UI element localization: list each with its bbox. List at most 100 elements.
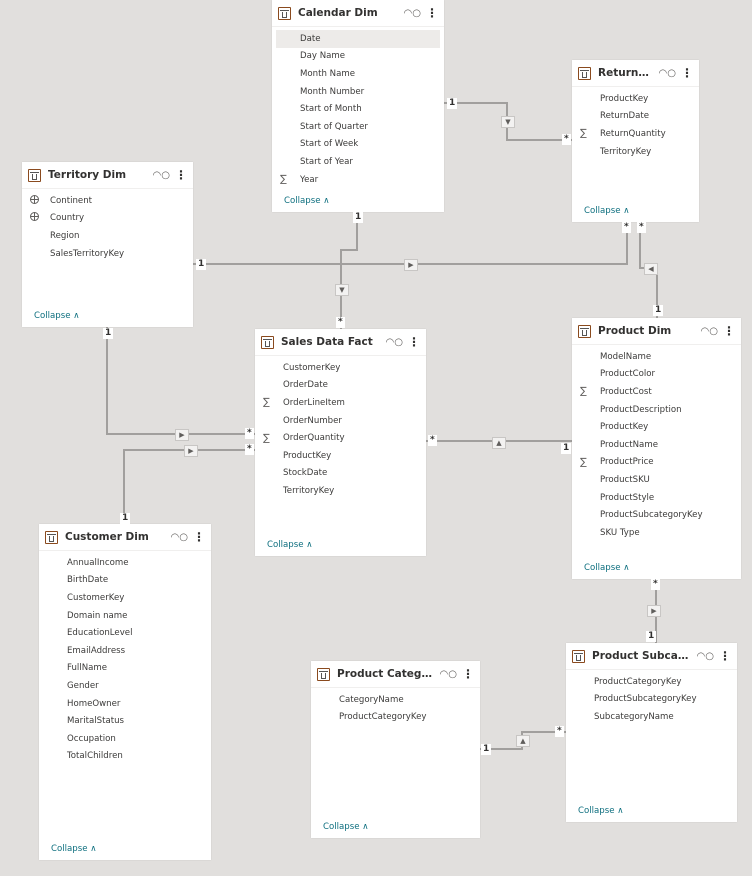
- field-row[interactable]: Gender: [43, 677, 207, 695]
- more-options-icon[interactable]: ⋮: [193, 530, 205, 544]
- field-row[interactable]: Start of Month: [276, 100, 440, 118]
- field-row[interactable]: TerritoryKey: [576, 143, 695, 161]
- table-header[interactable]: Product Subcategorie... ◠○ ⋮: [566, 643, 737, 670]
- field-row[interactable]: CustomerKey: [43, 589, 207, 607]
- chevron-up-icon: ∧: [90, 844, 97, 854]
- table-header[interactable]: Calendar Dim ◠○ ⋮: [272, 0, 444, 27]
- field-name: CustomerKey: [283, 362, 341, 373]
- collapse-button[interactable]: Collapse ∧: [284, 196, 330, 206]
- more-options-icon[interactable]: ⋮: [175, 168, 187, 182]
- field-row[interactable]: CustomerKey: [259, 359, 422, 377]
- field-row[interactable]: Date: [276, 30, 440, 48]
- visibility-eye-icon[interactable]: ◠○: [171, 532, 188, 543]
- field-row[interactable]: EmailAddress: [43, 642, 207, 660]
- table-card-product[interactable]: Product Dim ◠○ ⋮ ModelName ProductColor …: [572, 318, 741, 579]
- field-row[interactable]: ∑ Year: [276, 171, 440, 189]
- field-row[interactable]: ModelName: [576, 348, 737, 366]
- table-card-customer[interactable]: Customer Dim ◠○ ⋮ AnnualIncome BirthDate…: [39, 524, 211, 860]
- table-card-sales[interactable]: Sales Data Fact ◠○ ⋮ CustomerKey OrderDa…: [255, 329, 426, 556]
- collapse-button[interactable]: Collapse ∧: [584, 206, 630, 216]
- table-card-categories[interactable]: Product Categories D... ◠○ ⋮ CategoryNam…: [311, 661, 480, 838]
- field-row[interactable]: EducationLevel: [43, 624, 207, 642]
- table-header[interactable]: Territory Dim ◠○ ⋮: [22, 162, 193, 189]
- field-row[interactable]: FullName: [43, 660, 207, 678]
- relationship-line[interactable]: [193, 222, 628, 265]
- collapse-button[interactable]: Collapse ∧: [584, 563, 630, 573]
- table-card-calendar[interactable]: Calendar Dim ◠○ ⋮ Date Day Name Month Na…: [272, 0, 444, 212]
- table-card-territory[interactable]: Territory Dim ◠○ ⋮ Continent Country Reg…: [22, 162, 193, 327]
- field-row[interactable]: Country: [26, 210, 189, 228]
- field-row[interactable]: ProductKey: [576, 90, 695, 108]
- field-row[interactable]: Start of Quarter: [276, 118, 440, 136]
- field-row[interactable]: ∑ OrderLineItem: [259, 394, 422, 412]
- visibility-eye-icon[interactable]: ◠○: [659, 68, 676, 79]
- table-header[interactable]: Customer Dim ◠○ ⋮: [39, 524, 211, 551]
- visibility-eye-icon[interactable]: ◠○: [440, 669, 457, 680]
- collapse-button[interactable]: Collapse ∧: [323, 822, 369, 832]
- table-card-returns[interactable]: Returns Data ◠○ ⋮ ProductKey ReturnDate …: [572, 60, 699, 222]
- field-row[interactable]: MaritalStatus: [43, 712, 207, 730]
- field-row[interactable]: SubcategoryName: [570, 708, 733, 726]
- more-options-icon[interactable]: ⋮: [408, 335, 420, 349]
- visibility-eye-icon[interactable]: ◠○: [404, 8, 421, 19]
- field-row[interactable]: ProductCategoryKey: [570, 673, 733, 691]
- field-row[interactable]: HomeOwner: [43, 695, 207, 713]
- field-row[interactable]: SalesTerritoryKey: [26, 245, 189, 263]
- field-row[interactable]: Month Name: [276, 65, 440, 83]
- field-row[interactable]: ReturnDate: [576, 108, 695, 126]
- more-options-icon[interactable]: ⋮: [723, 324, 735, 338]
- collapse-button[interactable]: Collapse ∧: [51, 844, 97, 854]
- field-row[interactable]: Day Name: [276, 48, 440, 66]
- field-row[interactable]: ProductSubcategoryKey: [576, 506, 737, 524]
- field-row[interactable]: ProductSubcategoryKey: [570, 691, 733, 709]
- field-row[interactable]: CategoryName: [315, 691, 476, 709]
- field-row[interactable]: Start of Year: [276, 153, 440, 171]
- relationship-line[interactable]: [340, 212, 358, 329]
- table-header[interactable]: Sales Data Fact ◠○ ⋮: [255, 329, 426, 356]
- field-row[interactable]: AnnualIncome: [43, 554, 207, 572]
- field-row[interactable]: ∑ ReturnQuantity: [576, 125, 695, 143]
- field-row[interactable]: ProductKey: [576, 418, 737, 436]
- field-row[interactable]: StockDate: [259, 465, 422, 483]
- more-options-icon[interactable]: ⋮: [462, 667, 474, 681]
- relationship-line[interactable]: [106, 327, 255, 435]
- field-row[interactable]: ∑ ProductCost: [576, 383, 737, 401]
- field-row[interactable]: Region: [26, 227, 189, 245]
- field-row[interactable]: ProductStyle: [576, 489, 737, 507]
- field-row[interactable]: TotalChildren: [43, 748, 207, 766]
- field-row[interactable]: BirthDate: [43, 572, 207, 590]
- collapse-button[interactable]: Collapse ∧: [578, 806, 624, 816]
- relationship-line[interactable]: [123, 449, 255, 524]
- filter-direction-arrow-icon: ▶: [175, 429, 189, 441]
- field-row[interactable]: ProductKey: [259, 447, 422, 465]
- field-row[interactable]: SKU Type: [576, 524, 737, 542]
- more-options-icon[interactable]: ⋮: [681, 66, 693, 80]
- field-row[interactable]: ProductColor: [576, 366, 737, 384]
- collapse-button[interactable]: Collapse ∧: [34, 311, 80, 321]
- field-row[interactable]: ProductDescription: [576, 401, 737, 419]
- visibility-eye-icon[interactable]: ◠○: [386, 337, 403, 348]
- field-row[interactable]: ProductCategoryKey: [315, 709, 476, 727]
- field-row[interactable]: OrderNumber: [259, 412, 422, 430]
- field-row[interactable]: Continent: [26, 192, 189, 210]
- more-options-icon[interactable]: ⋮: [719, 649, 731, 663]
- table-header[interactable]: Returns Data ◠○ ⋮: [572, 60, 699, 87]
- table-header[interactable]: Product Dim ◠○ ⋮: [572, 318, 741, 345]
- collapse-button[interactable]: Collapse ∧: [267, 540, 313, 550]
- visibility-eye-icon[interactable]: ◠○: [153, 170, 170, 181]
- table-header[interactable]: Product Categories D... ◠○ ⋮: [311, 661, 480, 688]
- field-row[interactable]: ∑ OrderQuantity: [259, 429, 422, 447]
- field-row[interactable]: Start of Week: [276, 136, 440, 154]
- field-row[interactable]: ProductName: [576, 436, 737, 454]
- field-row[interactable]: TerritoryKey: [259, 482, 422, 500]
- field-row[interactable]: Month Number: [276, 83, 440, 101]
- field-row[interactable]: OrderDate: [259, 377, 422, 395]
- visibility-eye-icon[interactable]: ◠○: [701, 326, 718, 337]
- field-row[interactable]: ProductSKU: [576, 471, 737, 489]
- table-card-subcategories[interactable]: Product Subcategorie... ◠○ ⋮ ProductCate…: [566, 643, 737, 822]
- visibility-eye-icon[interactable]: ◠○: [697, 651, 714, 662]
- field-row[interactable]: Occupation: [43, 730, 207, 748]
- more-options-icon[interactable]: ⋮: [426, 6, 438, 20]
- field-row[interactable]: ∑ ProductPrice: [576, 454, 737, 472]
- field-row[interactable]: Domain name: [43, 607, 207, 625]
